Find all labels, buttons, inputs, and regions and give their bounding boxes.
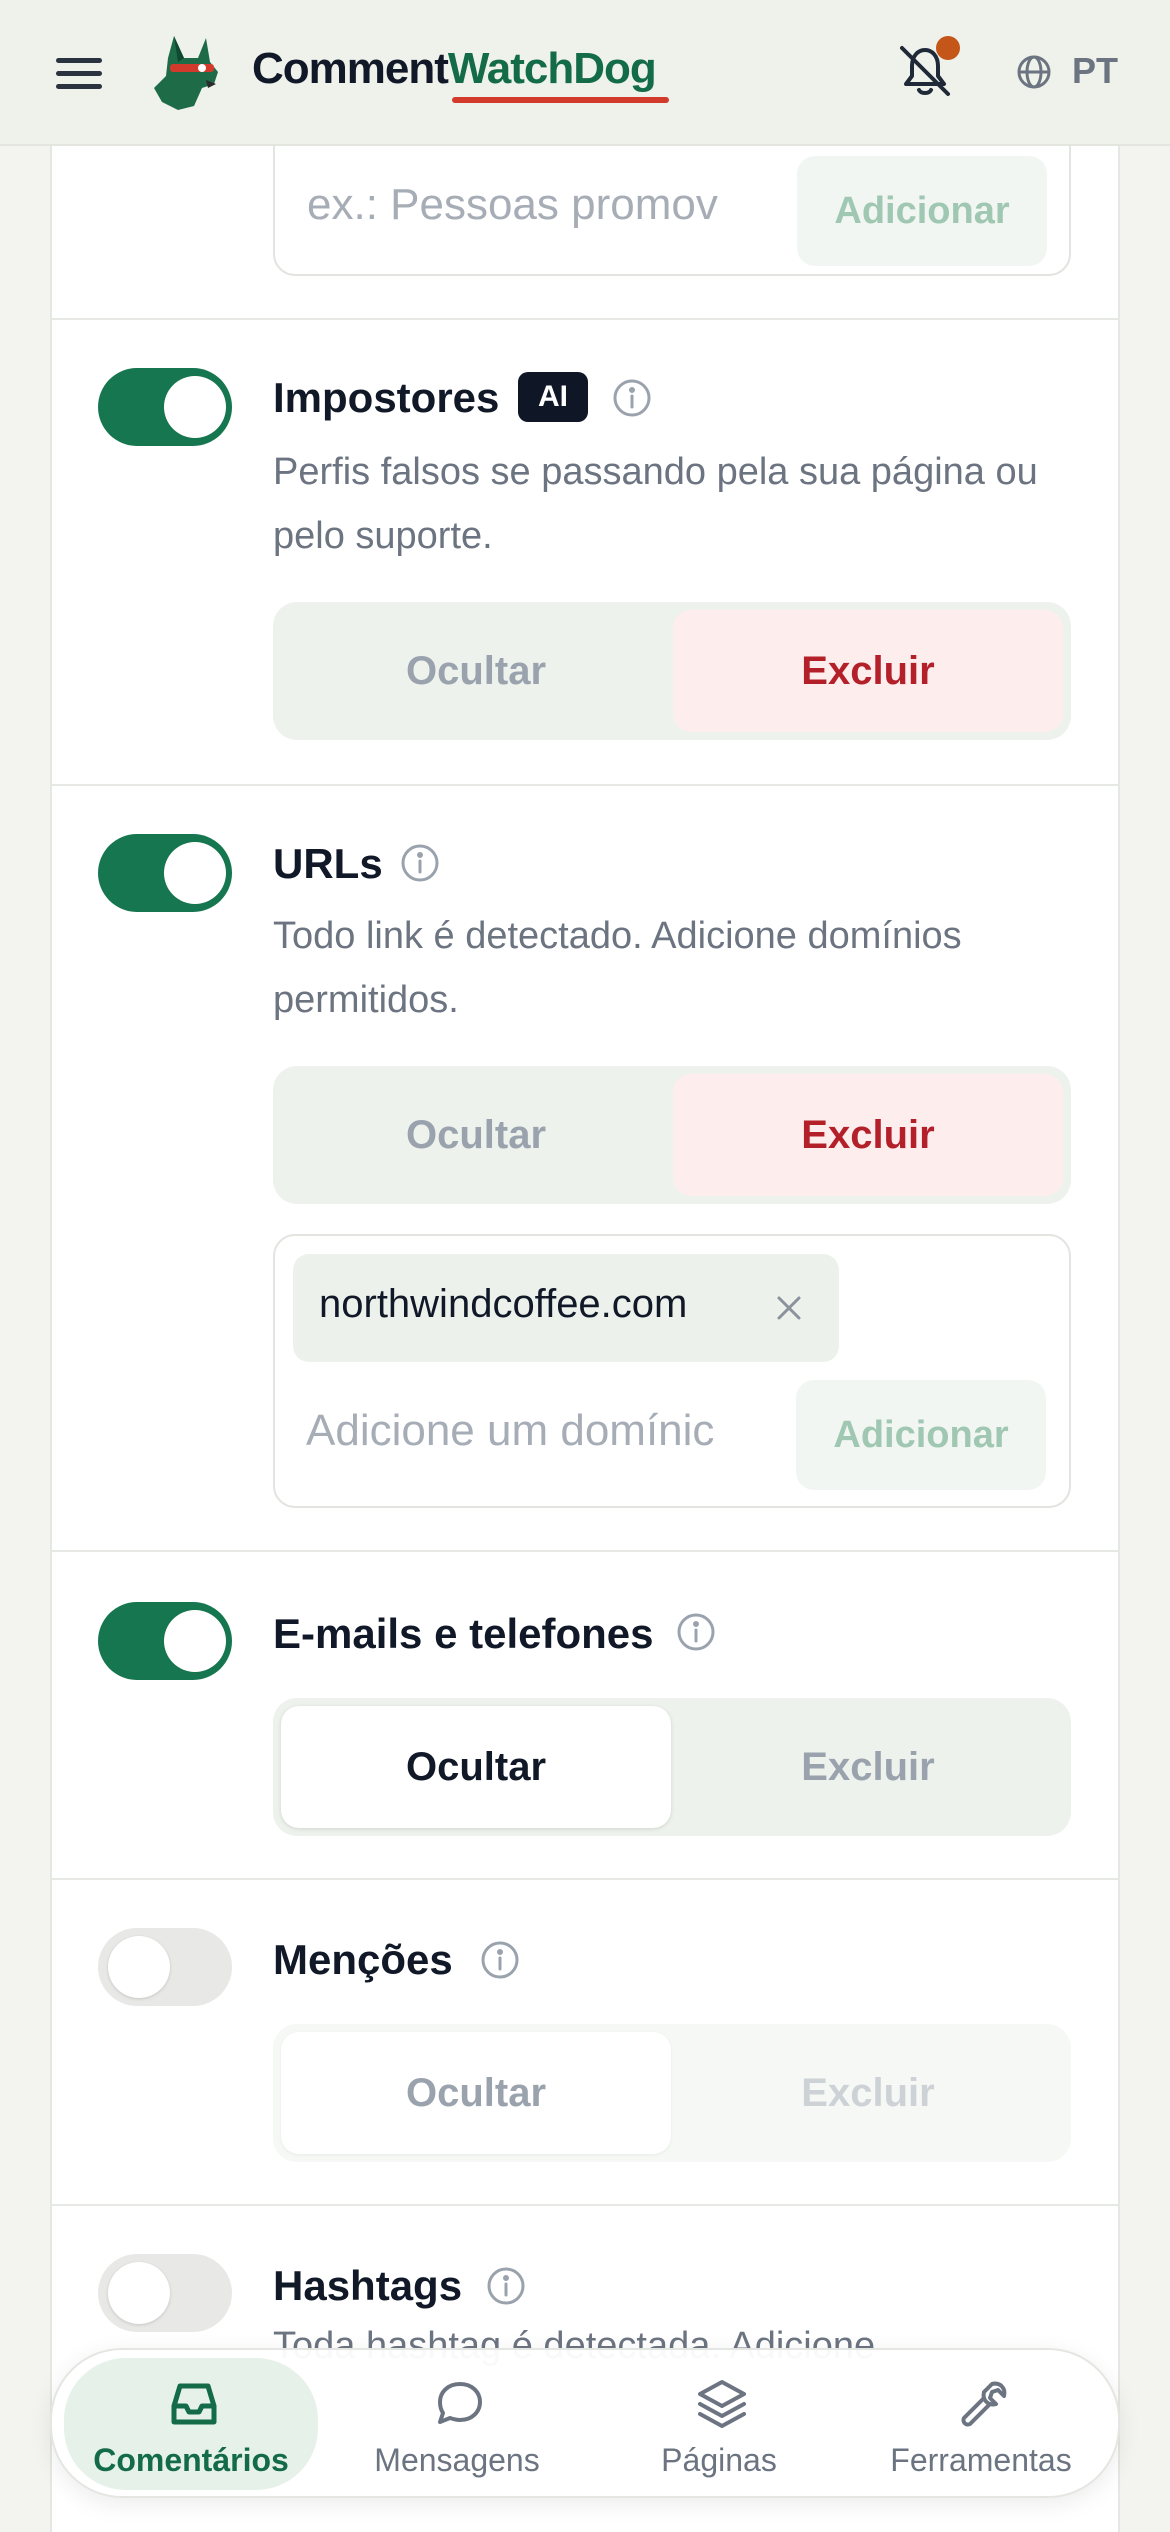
emails-hide-option[interactable]: Ocultar [281, 1706, 671, 1828]
info-icon[interactable] [612, 378, 652, 418]
nav-ferramentas[interactable]: Ferramentas [854, 2358, 1108, 2490]
mencoes-title: Menções [273, 1936, 453, 1983]
info-icon[interactable] [486, 2266, 526, 2306]
hashtags-title: Hashtags [273, 2262, 463, 2309]
mencoes-action-selector: Ocultar Excluir [273, 2024, 1071, 2162]
nav-label: Páginas [661, 2442, 777, 2478]
add-domain-button[interactable]: Adicionar [796, 1380, 1046, 1490]
language-selector[interactable]: PT [1072, 50, 1118, 92]
urls-action-selector: Ocultar Excluir [273, 1066, 1071, 1204]
emails-action-selector: Ocultar Excluir [273, 1698, 1071, 1836]
urls-title: URLs [273, 840, 383, 887]
domain-tag-label: northwindcoffee.com [319, 1282, 688, 1326]
urls-toggle[interactable] [98, 834, 232, 912]
menu-icon[interactable] [56, 58, 102, 90]
emails-title: E-mails e telefones [273, 1610, 654, 1657]
info-icon[interactable] [676, 1612, 716, 1652]
impostores-title: Impostores [273, 374, 500, 421]
impostores-description: Perfis falsos se passando pela sua págin… [273, 451, 1038, 557]
mencoes-delete-option[interactable]: Excluir [673, 2032, 1063, 2154]
impostores-hide-option[interactable]: Ocultar [281, 610, 671, 732]
nav-paginas[interactable]: Páginas [592, 2358, 846, 2490]
nav-comentarios[interactable]: Comentários [64, 2358, 318, 2490]
wrench-icon [961, 2381, 1007, 2427]
emails-toggle[interactable] [98, 1602, 232, 1680]
brand-underline [452, 97, 669, 103]
divider [50, 318, 1120, 320]
divider [50, 2204, 1120, 2206]
watchdog-logo-icon [154, 36, 218, 110]
divider [50, 784, 1120, 786]
app-header: CommentWatchDog PT [0, 0, 1170, 146]
inbox-icon [171, 2383, 217, 2425]
nav-label: Comentários [93, 2442, 289, 2478]
urls-delete-option[interactable]: Excluir [673, 1074, 1063, 1196]
notification-dot [936, 36, 960, 60]
ai-badge: AI [518, 372, 588, 422]
divider [50, 1550, 1120, 1552]
chat-bubble-icon [438, 2382, 482, 2424]
mencoes-toggle[interactable] [98, 1928, 232, 2006]
add-keyword-button[interactable]: Adicionar [797, 156, 1047, 266]
urls-hide-option[interactable]: Ocultar [281, 1074, 671, 1196]
globe-icon[interactable] [1016, 54, 1052, 90]
brand-name: CommentWatchDog [252, 44, 657, 93]
info-icon[interactable] [480, 1940, 520, 1980]
keyword-input[interactable]: ex.: Pessoas promov [307, 180, 747, 230]
layers-icon [698, 2380, 746, 2428]
domain-input[interactable]: Adicione um domínic [306, 1406, 766, 1456]
divider [50, 1878, 1120, 1880]
mencoes-hide-option[interactable]: Ocultar [281, 2032, 671, 2154]
domain-tag: northwindcoffee.com [293, 1254, 839, 1362]
nav-label: Ferramentas [890, 2442, 1072, 2478]
close-icon[interactable] [769, 1288, 809, 1328]
impostores-toggle[interactable] [98, 368, 232, 446]
hashtags-toggle[interactable] [98, 2254, 232, 2332]
impostores-delete-option[interactable]: Excluir [673, 610, 1063, 732]
urls-description: Todo link é detectado. Adicione domínios… [273, 915, 962, 1021]
bottom-navigation: Comentários Mensagens Páginas Ferramenta… [50, 2348, 1120, 2498]
info-icon[interactable] [400, 843, 440, 883]
nav-mensagens[interactable]: Mensagens [330, 2358, 584, 2490]
emails-delete-option[interactable]: Excluir [673, 1706, 1063, 1828]
impostores-action-selector: Ocultar Excluir [273, 602, 1071, 740]
nav-label: Mensagens [374, 2442, 540, 2478]
